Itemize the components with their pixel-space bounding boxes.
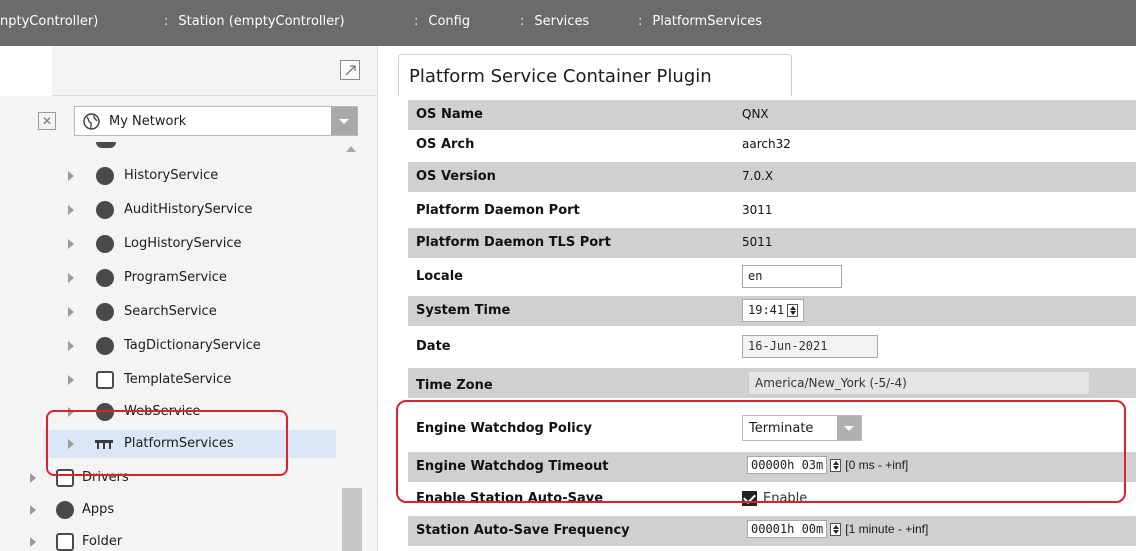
expand-arrow-icon[interactable]	[68, 307, 74, 317]
highlight-outline-watchdog	[396, 400, 1126, 503]
stepper-icon[interactable]	[830, 523, 842, 536]
template-icon	[96, 371, 114, 389]
locale-field[interactable]: en	[742, 265, 842, 288]
nav-tree: HistoryService AuditHistoryService LogHi…	[0, 142, 377, 551]
stepper-icon[interactable]	[787, 304, 799, 317]
prop-locale: Locale en	[408, 262, 1136, 292]
breadcrumb-item-platformservices[interactable]: : PlatformServices	[638, 14, 762, 29]
partial-tree-item	[96, 142, 116, 148]
nav-tab-bar	[0, 46, 377, 96]
expand-arrow-icon[interactable]	[68, 239, 74, 249]
expand-arrow-icon[interactable]	[68, 205, 74, 215]
globe-icon	[83, 113, 100, 130]
tree-item-folder[interactable]: Folder	[0, 528, 350, 551]
breadcrumb-item-controller[interactable]: nptyController)	[0, 14, 98, 29]
expand-arrow-icon[interactable]	[68, 273, 74, 283]
scroll-thumb[interactable]	[342, 488, 362, 551]
log-history-icon	[96, 235, 114, 253]
history-icon	[96, 167, 114, 185]
audit-history-icon	[96, 201, 114, 219]
search-service-icon	[96, 303, 114, 321]
breadcrumb-item-station[interactable]: : Station (emptyController)	[164, 14, 345, 29]
expand-arrow-icon[interactable]	[30, 537, 36, 547]
prop-time-zone: Time Zone America/New_York (-5/-4)	[408, 368, 1136, 398]
expand-arrow-icon[interactable]	[68, 341, 74, 351]
nav-tab[interactable]	[0, 46, 52, 96]
apps-icon	[56, 501, 74, 519]
prop-daemon-port: Platform Daemon Port 3011	[416, 203, 773, 218]
prop-os-version: OS Version 7.0.X	[408, 162, 1136, 192]
breadcrumb: nptyController) : Station (emptyControlle…	[0, 0, 1136, 46]
prop-os-arch: OS Arch aarch32	[416, 137, 791, 152]
plugin-title: Platform Service Container Plugin	[409, 66, 712, 87]
prop-os-name: OS Name QNX	[408, 100, 1136, 130]
highlight-outline-platformservices	[46, 410, 288, 476]
network-select-label: My Network	[109, 114, 187, 129]
tree-item-template-service[interactable]: TemplateService	[0, 366, 350, 394]
plugin-tab[interactable]: Platform Service Container Plugin	[398, 54, 792, 96]
program-icon	[96, 269, 114, 287]
tag-dictionary-icon	[96, 337, 114, 355]
system-time-field[interactable]: 19:41	[742, 299, 805, 322]
expand-arrow-icon[interactable]	[30, 505, 36, 515]
breadcrumb-item-services[interactable]: : Services	[520, 14, 589, 29]
expand-arrow-icon[interactable]	[68, 171, 74, 181]
folder-icon	[56, 533, 74, 551]
tree-item-log-history-service[interactable]: LogHistoryService	[0, 230, 350, 258]
expand-icon[interactable]	[340, 60, 360, 80]
tree-item-tag-dictionary-service[interactable]: TagDictionaryService	[0, 332, 350, 360]
time-zone-field[interactable]: America/New_York (-5/-4)	[748, 371, 1090, 395]
tree-item-audit-history-service[interactable]: AuditHistoryService	[0, 196, 350, 224]
date-field[interactable]: 16-Jun-2021	[742, 335, 878, 358]
prop-auto-save-frequency: Station Auto-Save Frequency 00001h 00m [1…	[408, 516, 1136, 546]
expand-arrow-icon[interactable]	[68, 375, 74, 385]
scroll-up-icon[interactable]	[346, 146, 356, 152]
auto-save-frequency-field[interactable]: 00001h 00m [1 minute - +inf]	[742, 519, 933, 542]
prop-daemon-tls-port: Platform Daemon TLS Port 5011	[408, 228, 1136, 258]
chevron-down-icon[interactable]	[331, 107, 357, 135]
nav-toolbar: ✕ My Network	[0, 102, 377, 140]
close-icon[interactable]: ✕	[38, 112, 56, 130]
prop-date: Date 16-Jun-2021	[408, 332, 1136, 362]
nav-scrollbar[interactable]	[342, 142, 362, 551]
tree-item-program-service[interactable]: ProgramService	[0, 264, 350, 292]
network-select[interactable]: My Network	[74, 106, 358, 136]
tree-item-search-service[interactable]: SearchService	[0, 298, 350, 326]
expand-arrow-icon[interactable]	[30, 473, 36, 483]
tree-item-history-service[interactable]: HistoryService	[0, 162, 350, 190]
tree-item-apps[interactable]: Apps	[0, 496, 350, 524]
breadcrumb-item-config[interactable]: : Config	[414, 14, 470, 29]
prop-system-time: System Time 19:41	[408, 296, 1136, 326]
